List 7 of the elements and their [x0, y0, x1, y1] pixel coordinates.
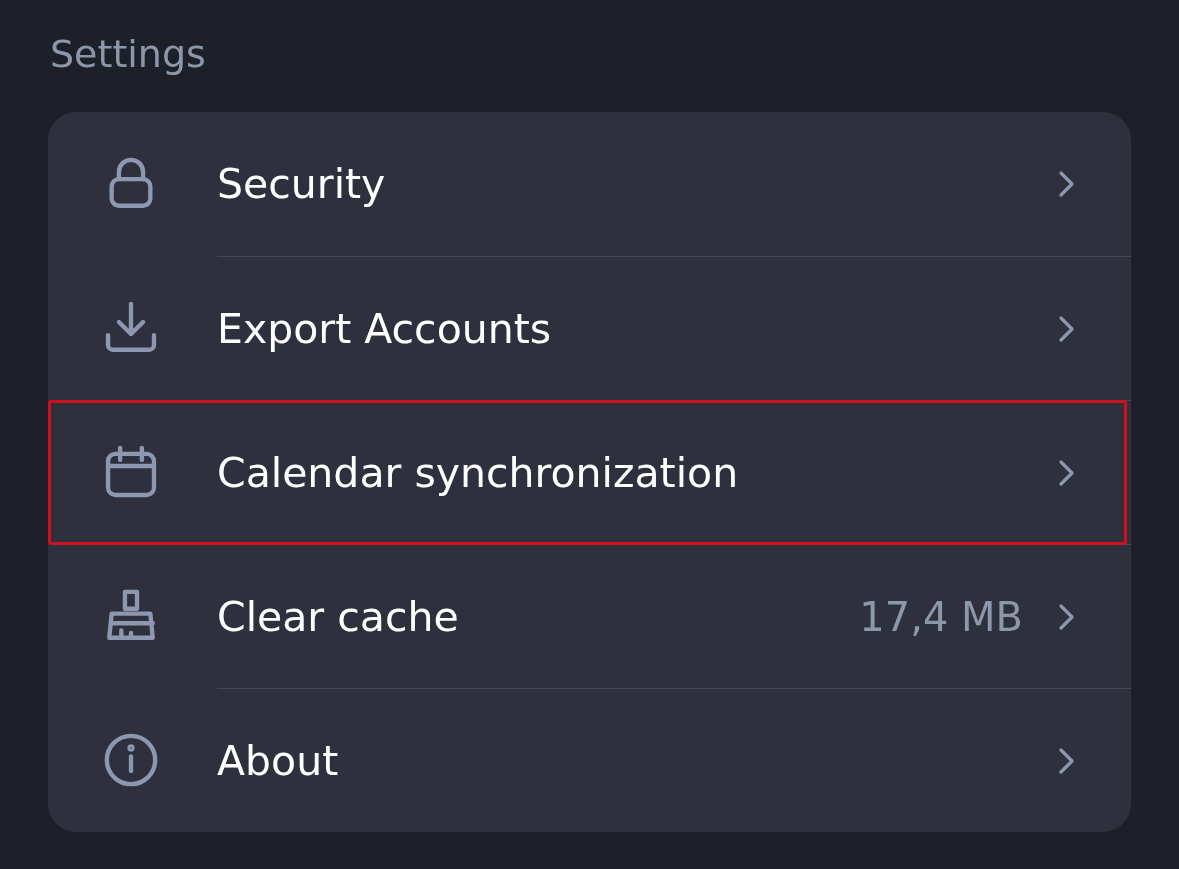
settings-item[interactable]: Clear cache	[217, 592, 459, 641]
cache-size: 17,4 MB	[859, 593, 1023, 640]
settings-item[interactable]: Export Accounts	[217, 304, 552, 353]
settings-item[interactable]: About	[217, 736, 339, 785]
settings-item[interactable]: Security	[217, 160, 386, 208]
settings-item[interactable]: Calendar synchronization	[217, 448, 739, 497]
page-title: Settings	[50, 32, 206, 76]
